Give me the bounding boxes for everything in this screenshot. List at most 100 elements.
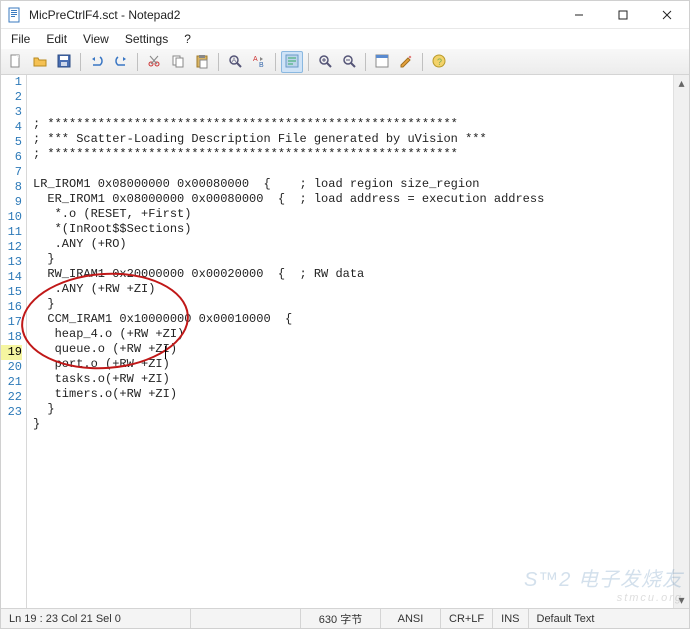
code-line[interactable]: *(InRoot$$Sections): [33, 222, 689, 237]
caret: [165, 346, 166, 359]
line-number: 13: [1, 255, 22, 270]
line-number: 10: [1, 210, 22, 225]
replace-icon: AB: [251, 53, 267, 72]
code-line[interactable]: .ANY (+RW +ZI): [33, 282, 689, 297]
code-line[interactable]: }: [33, 402, 689, 417]
cut-button[interactable]: [143, 51, 165, 73]
find-icon: A: [227, 53, 243, 72]
line-number: 5: [1, 135, 22, 150]
title-bar: MicPreCtrlF4.sct - Notepad2: [1, 1, 689, 29]
line-number: 20: [1, 360, 22, 375]
status-eol[interactable]: CR+LF: [441, 609, 493, 628]
zoom-in-button[interactable]: [314, 51, 336, 73]
find-button[interactable]: A: [224, 51, 246, 73]
menu-file[interactable]: File: [3, 30, 38, 48]
line-number: 14: [1, 270, 22, 285]
scheme-button[interactable]: [371, 51, 393, 73]
cut-icon: [146, 53, 162, 72]
zoom-out-icon: [341, 53, 357, 72]
line-number: 23: [1, 405, 22, 420]
toolbar-separator: [275, 53, 276, 71]
toolbar-separator: [308, 53, 309, 71]
editor[interactable]: 1234567891011121314151617181920212223 ; …: [1, 75, 689, 608]
maximize-button[interactable]: [601, 1, 645, 29]
undo-button[interactable]: [86, 51, 108, 73]
save-file-icon: [56, 53, 72, 72]
line-number: 4: [1, 120, 22, 135]
code-line[interactable]: timers.o(+RW +ZI): [33, 387, 689, 402]
paste-button[interactable]: [191, 51, 213, 73]
svg-text:?: ?: [437, 57, 442, 67]
code-line[interactable]: port.o (+RW +ZI): [33, 357, 689, 372]
status-lexer[interactable]: Default Text: [529, 609, 690, 628]
line-number: 16: [1, 300, 22, 315]
line-number: 2: [1, 90, 22, 105]
close-button[interactable]: [645, 1, 689, 29]
code-line[interactable]: heap_4.o (+RW +ZI): [33, 327, 689, 342]
code-line[interactable]: ; *** Scatter-Loading Description File g…: [33, 132, 689, 147]
vertical-scrollbar[interactable]: ▴ ▾: [673, 75, 689, 608]
line-number: 18: [1, 330, 22, 345]
code-line[interactable]: ; **************************************…: [33, 117, 689, 132]
code-line[interactable]: [33, 447, 689, 462]
code-line[interactable]: [33, 162, 689, 177]
new-file-icon: [8, 53, 24, 72]
scroll-down-icon[interactable]: ▾: [674, 592, 689, 608]
status-encoding[interactable]: ANSI: [381, 609, 441, 628]
save-file-button[interactable]: [53, 51, 75, 73]
line-number: 12: [1, 240, 22, 255]
undo-icon: [89, 53, 105, 72]
copy-button[interactable]: [167, 51, 189, 73]
window-title: MicPreCtrlF4.sct - Notepad2: [29, 8, 557, 22]
code-line[interactable]: LR_IROM1 0x08000000 0x00080000 { ; load …: [33, 177, 689, 192]
about-icon: ?: [431, 53, 447, 72]
menu-help[interactable]: ?: [176, 30, 199, 48]
code-line[interactable]: RW_IRAM1 0x20000000 0x00020000 { ; RW da…: [33, 267, 689, 282]
scroll-up-icon[interactable]: ▴: [674, 75, 689, 91]
line-number: 6: [1, 150, 22, 165]
line-number: 19: [1, 345, 22, 360]
status-position: Ln 19 : 23 Col 21 Sel 0: [1, 609, 191, 628]
line-gutter: 1234567891011121314151617181920212223: [1, 75, 27, 608]
minimize-button[interactable]: [557, 1, 601, 29]
line-number: 22: [1, 390, 22, 405]
word-wrap-icon: [284, 53, 300, 72]
line-number: 7: [1, 165, 22, 180]
code-line[interactable]: }: [33, 417, 689, 432]
new-file-button[interactable]: [5, 51, 27, 73]
menu-settings[interactable]: Settings: [117, 30, 176, 48]
code-line[interactable]: ER_IROM1 0x08000000 0x00080000 { ; load …: [33, 192, 689, 207]
status-ovr[interactable]: INS: [493, 609, 528, 628]
customize-button[interactable]: [395, 51, 417, 73]
code-line[interactable]: tasks.o(+RW +ZI): [33, 372, 689, 387]
menu-bar: File Edit View Settings ?: [1, 29, 689, 49]
code-line[interactable]: }: [33, 297, 689, 312]
svg-text:B: B: [259, 62, 264, 69]
code-line[interactable]: ; **************************************…: [33, 147, 689, 162]
status-size: 630 字节: [301, 609, 381, 628]
line-number: 11: [1, 225, 22, 240]
svg-text:A: A: [232, 58, 236, 64]
redo-icon: [113, 53, 129, 72]
scheme-icon: [374, 53, 390, 72]
open-file-button[interactable]: [29, 51, 51, 73]
code-line[interactable]: CCM_IRAM1 0x10000000 0x00010000 {: [33, 312, 689, 327]
zoom-out-button[interactable]: [338, 51, 360, 73]
menu-view[interactable]: View: [75, 30, 117, 48]
about-button[interactable]: ?: [428, 51, 450, 73]
line-number: 17: [1, 315, 22, 330]
replace-button[interactable]: AB: [248, 51, 270, 73]
code-area[interactable]: ; **************************************…: [27, 75, 689, 608]
customize-icon: [398, 53, 414, 72]
code-line[interactable]: queue.o (+RW +ZI): [33, 342, 689, 357]
line-number: 9: [1, 195, 22, 210]
code-line[interactable]: }: [33, 252, 689, 267]
redo-button[interactable]: [110, 51, 132, 73]
zoom-in-icon: [317, 53, 333, 72]
code-line[interactable]: [33, 432, 689, 447]
code-line[interactable]: *.o (RESET, +First): [33, 207, 689, 222]
svg-text:A: A: [253, 56, 258, 63]
menu-edit[interactable]: Edit: [38, 30, 75, 48]
word-wrap-button[interactable]: [281, 51, 303, 73]
code-line[interactable]: .ANY (+RO): [33, 237, 689, 252]
